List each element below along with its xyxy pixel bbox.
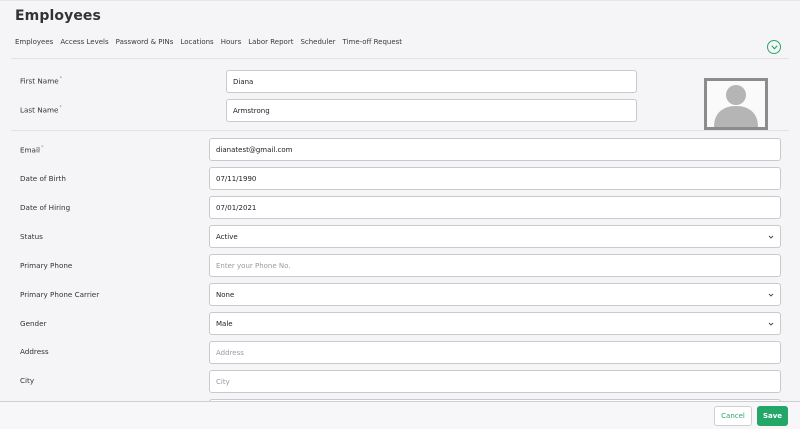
collapse-button[interactable] xyxy=(767,40,781,54)
tab-password-pins[interactable]: Password & PINs xyxy=(116,38,174,46)
city-placeholder: City xyxy=(216,377,230,386)
last-name-label: Last Name* xyxy=(20,105,62,115)
first-name-value: Diana xyxy=(233,77,254,86)
status-label: Status xyxy=(20,232,43,241)
phone-carrier-value: None xyxy=(216,290,235,299)
tab-employees[interactable]: Employees xyxy=(15,38,53,46)
avatar-placeholder-icon xyxy=(707,81,765,127)
primary-phone-label: Primary Phone xyxy=(20,261,73,270)
status-value: Active xyxy=(216,232,238,241)
tab-divider xyxy=(11,58,789,59)
address-label: Address xyxy=(20,347,49,356)
cancel-button[interactable]: Cancel xyxy=(714,406,752,426)
dob-value: 07/11/1990 xyxy=(216,174,257,183)
chevron-down-icon xyxy=(768,293,774,297)
footer-bar xyxy=(0,401,800,429)
gender-select[interactable]: Male xyxy=(209,312,781,335)
status-select[interactable]: Active xyxy=(209,225,781,248)
save-button[interactable]: Save xyxy=(757,406,788,426)
tab-hours[interactable]: Hours xyxy=(221,38,242,46)
hiring-date-value: 07/01/2021 xyxy=(216,203,257,212)
first-name-label: First Name* xyxy=(20,76,63,86)
page-title: Employees xyxy=(15,8,101,24)
city-input[interactable]: City xyxy=(209,370,781,393)
dob-label: Date of Birth xyxy=(20,174,66,183)
tab-bar: Employees Access Levels Password & PINs … xyxy=(15,38,409,46)
city-label: City xyxy=(20,376,35,385)
phone-carrier-label: Primary Phone Carrier xyxy=(20,290,100,299)
email-value: dianatest@gmail.com xyxy=(216,145,293,154)
dob-input[interactable]: 07/11/1990 xyxy=(209,167,781,190)
primary-phone-placeholder: Enter your Phone No. xyxy=(216,261,291,270)
tab-access-levels[interactable]: Access Levels xyxy=(60,38,108,46)
tab-locations[interactable]: Locations xyxy=(180,38,213,46)
first-name-input[interactable]: Diana xyxy=(226,70,637,93)
tab-labor-report[interactable]: Labor Report xyxy=(248,38,293,46)
chevron-down-circle-icon xyxy=(770,44,778,50)
chevron-down-icon xyxy=(768,322,774,326)
primary-phone-input[interactable]: Enter your Phone No. xyxy=(209,254,781,277)
hiring-date-input[interactable]: 07/01/2021 xyxy=(209,196,781,219)
tab-scheduler[interactable]: Scheduler xyxy=(300,38,335,46)
tab-time-off-request[interactable]: Time-off Request xyxy=(343,38,403,46)
gender-value: Male xyxy=(216,319,233,328)
email-label: Email* xyxy=(20,145,44,155)
address-placeholder: Address xyxy=(216,348,244,357)
top-border xyxy=(0,0,800,1)
section-divider xyxy=(11,130,789,131)
last-name-value: Armstrong xyxy=(233,106,270,115)
last-name-input[interactable]: Armstrong xyxy=(226,99,637,122)
profile-photo[interactable] xyxy=(704,78,768,130)
address-input[interactable]: Address xyxy=(209,341,781,364)
email-input[interactable]: dianatest@gmail.com xyxy=(209,138,781,161)
chevron-down-icon xyxy=(768,235,774,239)
phone-carrier-select[interactable]: None xyxy=(209,283,781,306)
gender-label: Gender xyxy=(20,319,47,328)
hiring-date-label: Date of Hiring xyxy=(20,203,71,212)
